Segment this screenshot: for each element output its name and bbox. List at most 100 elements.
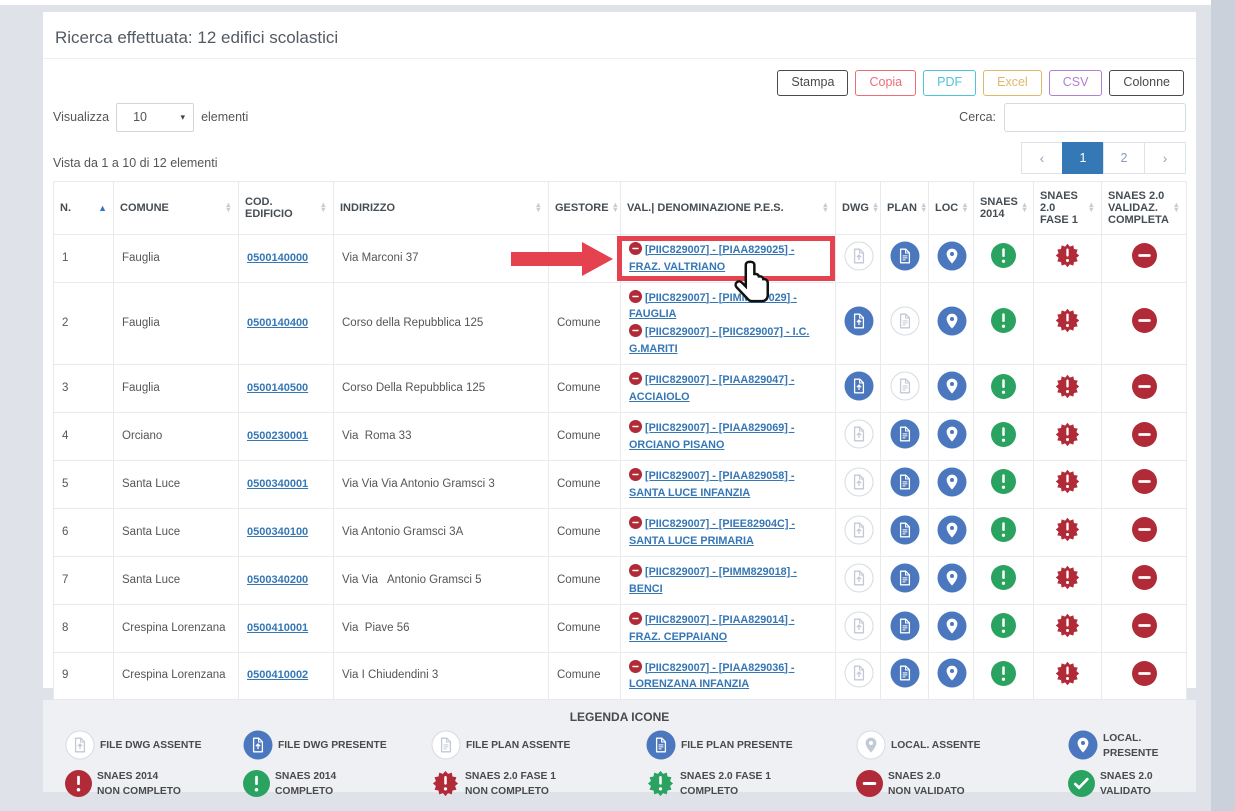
building-code-link[interactable]: 0500140000 <box>247 252 308 264</box>
plan-file-icon[interactable] <box>890 536 920 548</box>
building-code-link[interactable]: 0500410002 <box>247 669 308 681</box>
dwg-file-icon[interactable] <box>844 584 874 596</box>
dwg-file-icon[interactable] <box>844 632 874 644</box>
browser-scrollbar-track[interactable] <box>1211 0 1235 811</box>
column-header-plan[interactable]: PLAN▲▼ <box>881 181 929 234</box>
cell-plan-file-icon <box>881 604 929 652</box>
snaes-2014-non-completo-icon <box>65 770 92 800</box>
column-header-indirizzo[interactable]: INDIRIZZO▲▼ <box>334 181 549 234</box>
snaes-2014-status-icon <box>991 677 1016 689</box>
table-row: 4Orciano0500230001Via Roma 33Comune[PIIC… <box>54 413 1187 461</box>
cell-indirizzo: Via Antonio Gramsci 3A <box>334 508 549 556</box>
export-button-csv[interactable]: CSV <box>1049 70 1103 96</box>
snaes-2014-status-icon <box>991 259 1016 271</box>
location-pin-icon[interactable] <box>937 584 967 596</box>
export-button-colonne[interactable]: Colonne <box>1109 70 1184 96</box>
cell-snaes-2014-status-icon <box>974 556 1034 604</box>
column-header-comune[interactable]: COMUNE▲▼ <box>114 181 239 234</box>
not-validated-icon <box>629 568 642 580</box>
cell-cod-edificio: 0500340100 <box>239 508 334 556</box>
location-pin-icon[interactable] <box>937 262 967 274</box>
next-page-button[interactable]: › <box>1144 142 1186 174</box>
column-header-gestore[interactable]: GESTORE▲▼ <box>549 181 621 234</box>
plan-file-icon[interactable] <box>890 632 920 644</box>
plan-file-icon[interactable] <box>890 262 920 274</box>
cell-dwg-file-icon <box>836 604 881 652</box>
column-header-n[interactable]: N.▲ <box>54 181 114 234</box>
column-header-dwg[interactable]: DWG▲▼ <box>836 181 881 234</box>
plan-file-icon[interactable] <box>890 440 920 452</box>
building-code-link[interactable]: 0500230001 <box>247 430 308 442</box>
legend-item-loc-absent: LOCAL. ASSENTE <box>856 730 1068 763</box>
pes-link[interactable]: [PIIC829007] - [PIAA829058] - SANTA LUCE… <box>629 470 794 499</box>
location-pin-icon[interactable] <box>937 327 967 339</box>
pes-link[interactable]: [PIIC829007] - [PIAA829014] - FRAZ. CEPP… <box>629 614 794 643</box>
top-strip <box>0 0 1235 5</box>
dwg-file-icon[interactable] <box>844 392 874 404</box>
column-header-loc[interactable]: LOC▲▼ <box>929 181 974 234</box>
page-length-select[interactable]: 10 ▾ <box>116 103 194 132</box>
export-button-stampa[interactable]: Stampa <box>777 70 848 96</box>
loc-present-icon <box>1068 730 1098 763</box>
export-button-pdf[interactable]: PDF <box>923 70 976 96</box>
export-button-copia[interactable]: Copia <box>855 70 916 96</box>
cell-comune: Fauglia <box>114 365 239 413</box>
legend-item-snaes-20-non-validato: SNAES 2.0NON VALIDATO <box>856 769 1068 801</box>
pes-link[interactable]: [PIIC829007] - [PIIC829007] - I.C. G.MAR… <box>629 326 809 355</box>
snaes-20-non-validato-icon <box>856 770 883 800</box>
location-pin-icon[interactable] <box>937 632 967 644</box>
cell-cod-edificio: 0500140500 <box>239 365 334 413</box>
cell-comune: Fauglia <box>114 282 239 365</box>
prev-page-button[interactable]: ‹ <box>1021 142 1063 174</box>
location-pin-icon[interactable] <box>937 679 967 691</box>
location-pin-icon[interactable] <box>937 440 967 452</box>
search-input[interactable] <box>1004 103 1186 132</box>
plan-file-icon[interactable] <box>890 327 920 339</box>
pes-link[interactable]: [PIIC829007] - [PIAA829047] - ACCIAIOLO <box>629 374 794 403</box>
page-button-2[interactable]: 2 <box>1103 142 1145 174</box>
snaes-2014-status-icon <box>991 390 1016 402</box>
column-header-fase1[interactable]: SNAES 2.0 FASE 1▲▼ <box>1034 181 1102 234</box>
building-code-link[interactable]: 0500340200 <box>247 574 308 586</box>
dwg-file-icon[interactable] <box>844 679 874 691</box>
file-dwg-present-icon <box>243 730 273 763</box>
dwg-file-icon[interactable] <box>844 327 874 339</box>
location-pin-icon[interactable] <box>937 392 967 404</box>
plan-file-icon[interactable] <box>890 679 920 691</box>
pes-link[interactable]: [PIIC829007] - [PIAA829069] - ORCIANO PI… <box>629 422 794 451</box>
pes-link[interactable]: [PIIC829007] - [PIMM829018] - BENCI <box>629 566 797 595</box>
table-row: 3Fauglia0500140500Corso Della Repubblica… <box>54 365 1187 413</box>
column-header-cod[interactable]: COD. EDIFICIO▲▼ <box>239 181 334 234</box>
table-row: 5Santa Luce0500340001Via Via Via Antonio… <box>54 461 1187 509</box>
pes-link[interactable]: [PIIC829007] - [PIAA829025] - FRAZ. VALT… <box>629 244 794 273</box>
cell-cod-edificio: 0500230001 <box>239 413 334 461</box>
column-header-s2014[interactable]: SNAES 2014▲▼ <box>974 181 1034 234</box>
plan-file-icon[interactable] <box>890 584 920 596</box>
dwg-file-icon[interactable] <box>844 262 874 274</box>
building-code-link[interactable]: 0500140500 <box>247 382 308 394</box>
file-plan-present-icon <box>646 730 676 763</box>
pes-link[interactable]: [PIIC829007] - [PIMM829029] - FAUGLIA <box>629 292 797 321</box>
legend-item-snaes-2014-non-completo: SNAES 2014NON COMPLETO <box>65 769 243 801</box>
building-code-link[interactable]: 0500340001 <box>247 478 308 490</box>
sort-icon: ▲▼ <box>612 203 619 212</box>
building-code-link[interactable]: 0500340100 <box>247 526 308 538</box>
export-button-excel[interactable]: Excel <box>983 70 1042 96</box>
location-pin-icon[interactable] <box>937 536 967 548</box>
location-pin-icon[interactable] <box>937 488 967 500</box>
pes-link[interactable]: [PIIC829007] - [PIEE82904C] - SANTA LUCE… <box>629 518 795 547</box>
plan-file-icon[interactable] <box>890 488 920 500</box>
cell-dwg-file-icon <box>836 365 881 413</box>
building-code-link[interactable]: 0500410001 <box>247 622 308 634</box>
dwg-file-icon[interactable] <box>844 488 874 500</box>
plan-file-icon[interactable] <box>890 392 920 404</box>
snaes-2014-status-icon <box>991 438 1016 450</box>
dwg-file-icon[interactable] <box>844 536 874 548</box>
page-button-1[interactable]: 1 <box>1062 142 1104 174</box>
building-code-link[interactable]: 0500140400 <box>247 317 308 329</box>
pes-link[interactable]: [PIIC829007] - [PIAA829036] - LORENZANA … <box>629 662 794 691</box>
column-header-validaz[interactable]: SNAES 2.0 VALIDAZ. COMPLETA▲▼ <box>1102 181 1187 234</box>
cell-n: 9 <box>54 652 114 700</box>
column-header-pes[interactable]: VAL.| DENOMINAZIONE P.E.S.▲▼ <box>621 181 836 234</box>
dwg-file-icon[interactable] <box>844 440 874 452</box>
